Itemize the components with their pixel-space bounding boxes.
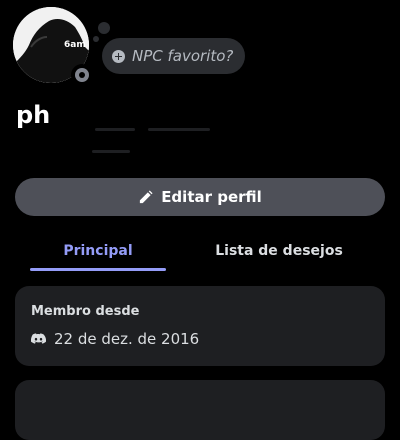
redacted-text: [95, 128, 135, 131]
active-tab-indicator: [30, 268, 166, 271]
tab-wishlist[interactable]: Lista de desejos: [190, 232, 368, 270]
pencil-icon: [140, 189, 153, 203]
presence-indicator: [71, 64, 93, 86]
plus-circle-icon: [112, 49, 125, 63]
custom-status-bubble[interactable]: NPC favorito?: [102, 38, 246, 74]
member-since-row: 22 de dez. de 2016: [31, 330, 199, 348]
member-since-card: Membro desde 22 de dez. de 2016: [15, 286, 385, 366]
avatar-text: 6am: [64, 40, 86, 50]
edit-profile-label: Editar perfil: [161, 188, 262, 206]
member-since-date: 22 de dez. de 2016: [54, 330, 200, 348]
redacted-text: [92, 150, 130, 153]
thought-bubble-dot-large: [98, 22, 110, 34]
tab-principal[interactable]: Principal: [30, 232, 166, 270]
offline-status-icon: [75, 68, 89, 82]
discord-icon: [31, 333, 46, 344]
edit-profile-button[interactable]: Editar perfil: [15, 178, 385, 216]
redacted-text: [148, 128, 210, 131]
profile-tabs: Principal Lista de desejos: [0, 232, 400, 272]
next-section-card: [15, 380, 385, 440]
username: ph: [16, 101, 51, 129]
member-since-title: Membro desde: [31, 304, 140, 319]
thought-bubble-dot-small: [93, 36, 99, 42]
status-placeholder: NPC favorito?: [132, 47, 234, 65]
